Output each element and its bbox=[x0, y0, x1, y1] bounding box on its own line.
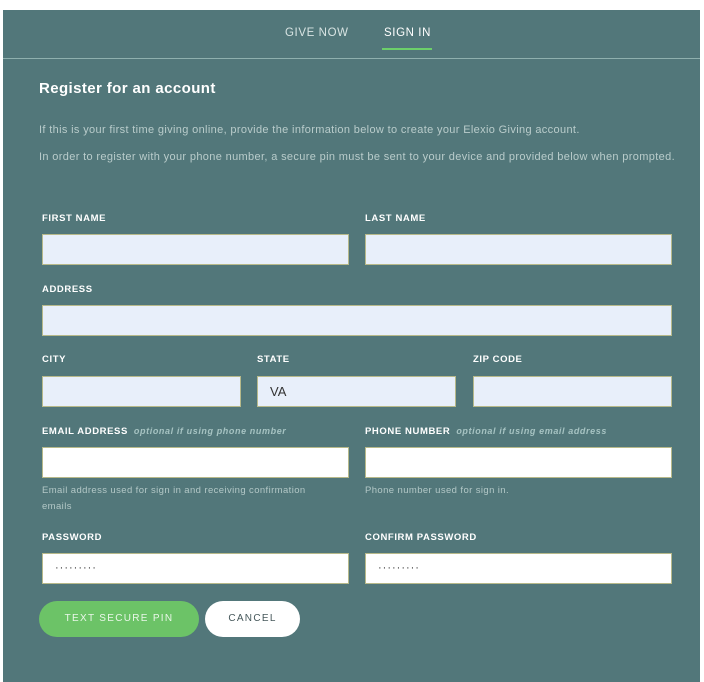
text-secure-pin-button[interactable]: TEXT SECURE PIN bbox=[39, 601, 199, 637]
state-label: STATE bbox=[257, 354, 290, 365]
address-field[interactable] bbox=[42, 305, 672, 336]
phone-field[interactable] bbox=[365, 447, 672, 478]
cancel-button[interactable]: CANCEL bbox=[205, 601, 300, 637]
password-field[interactable]: ········· bbox=[42, 553, 349, 584]
email-label-row: EMAIL ADDRESS optional if using phone num… bbox=[42, 426, 286, 437]
intro-text: If this is your first time giving online… bbox=[39, 124, 580, 136]
top-nav: GIVE NOW SIGN IN bbox=[3, 10, 700, 59]
last-name-label: LAST NAME bbox=[365, 213, 426, 224]
confirm-password-label: CONFIRM PASSWORD bbox=[365, 532, 477, 543]
zip-code-field[interactable] bbox=[473, 376, 672, 407]
confirm-password-field[interactable]: ········· bbox=[365, 553, 672, 584]
email-field[interactable] bbox=[42, 447, 349, 478]
tab-give-now[interactable]: GIVE NOW bbox=[285, 27, 349, 39]
phone-label-row: PHONE NUMBER optional if using email addr… bbox=[365, 426, 607, 437]
state-field[interactable] bbox=[257, 376, 456, 407]
page-title: Register for an account bbox=[39, 80, 216, 97]
first-name-label: FIRST NAME bbox=[42, 213, 107, 224]
active-tab-indicator bbox=[382, 48, 432, 50]
email-label: EMAIL ADDRESS bbox=[42, 426, 128, 437]
address-label: ADDRESS bbox=[42, 284, 93, 295]
zip-code-label: ZIP CODE bbox=[473, 354, 523, 365]
phone-optional-note: optional if using email address bbox=[456, 426, 607, 436]
email-help-text: Email address used for sign in and recei… bbox=[42, 485, 306, 512]
password-label: PASSWORD bbox=[42, 532, 103, 543]
phone-help-text: Phone number used for sign in. bbox=[365, 485, 510, 496]
city-field[interactable] bbox=[42, 376, 241, 407]
phone-pin-note: In order to register with your phone num… bbox=[39, 151, 675, 163]
first-name-field[interactable] bbox=[42, 234, 349, 265]
city-label: CITY bbox=[42, 354, 67, 365]
tab-sign-in[interactable]: SIGN IN bbox=[384, 27, 431, 39]
last-name-field[interactable] bbox=[365, 234, 672, 265]
phone-label: PHONE NUMBER bbox=[365, 426, 451, 437]
email-optional-note: optional if using phone number bbox=[133, 426, 287, 436]
